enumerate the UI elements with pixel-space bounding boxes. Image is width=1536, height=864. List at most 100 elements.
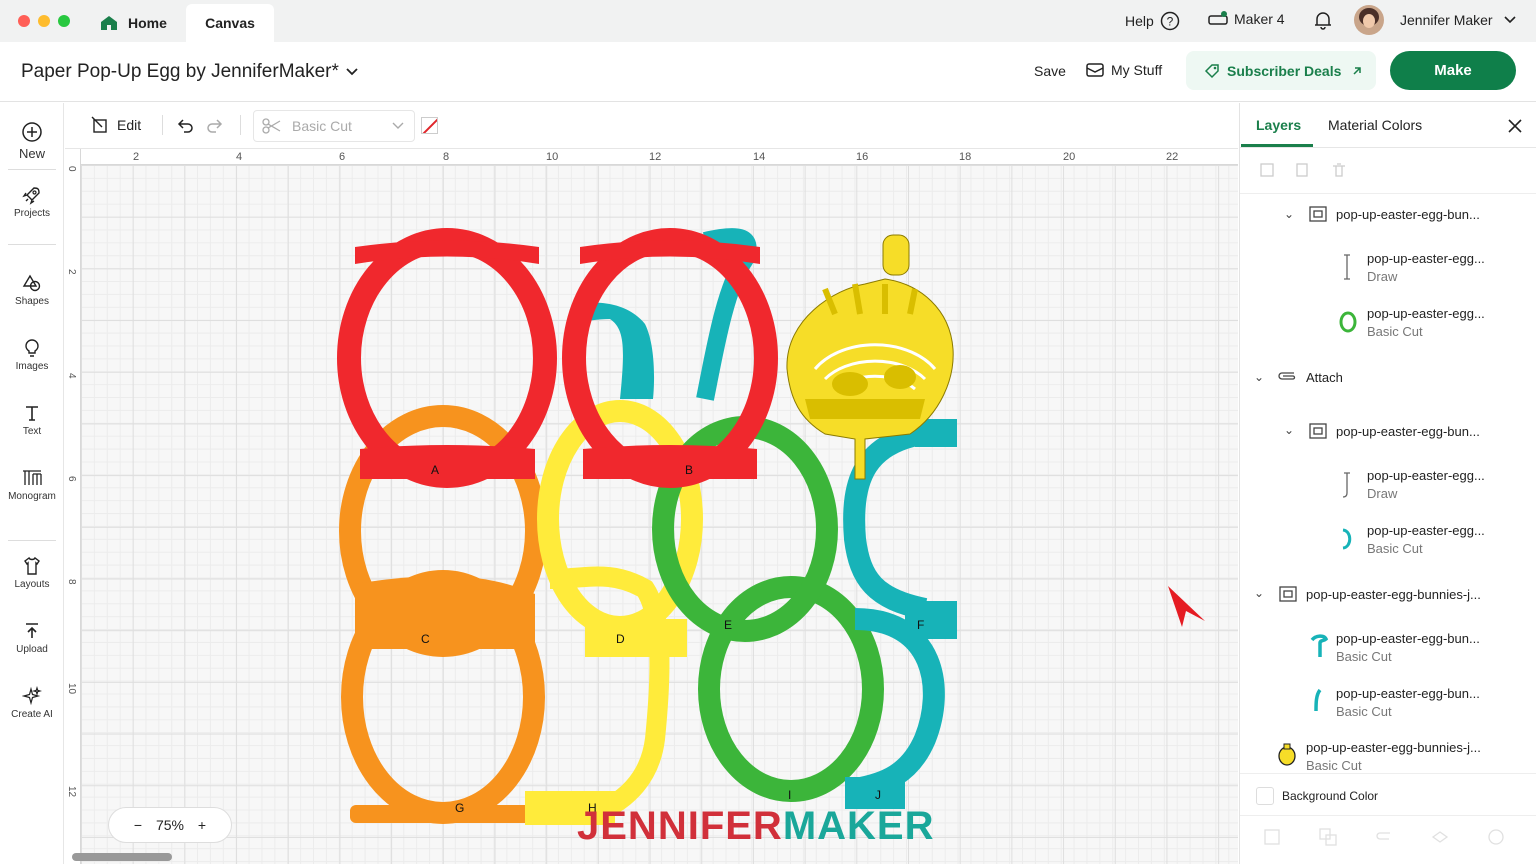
project-title: Paper Pop-Up Egg by JenniferMaker* <box>21 61 339 82</box>
operation-color-swatch[interactable] <box>421 117 438 134</box>
egg-piece-a[interactable] <box>337 228 557 488</box>
tab-canvas[interactable]: Canvas <box>186 4 274 42</box>
help-button[interactable]: Help ? <box>1125 11 1180 31</box>
sidebar-item-images[interactable]: Images <box>0 338 64 372</box>
sidebar-item-shapes[interactable]: Shapes <box>0 273 64 307</box>
chevron-down-icon <box>1504 16 1516 24</box>
layer-row[interactable]: pop-up-easter-egg-bunnies-j... Basic Cut <box>1306 740 1481 773</box>
attach-paperclip-icon <box>1278 372 1296 380</box>
sidebar-item-layouts[interactable]: Layouts <box>0 556 64 590</box>
layer-type: Basic Cut <box>1336 649 1392 664</box>
sidebar-item-new[interactable]: New <box>0 121 64 161</box>
sidebar-item-create-ai[interactable]: Create AI <box>0 686 64 720</box>
subscriber-deals-label: Subscriber Deals <box>1227 62 1342 79</box>
piece-letter-a: A <box>431 463 439 477</box>
sidebar-divider <box>8 244 56 245</box>
layer-name: pop-up-easter-egg-bun... <box>1336 631 1480 646</box>
maximize-window-button[interactable] <box>58 15 70 27</box>
toolbar-divider <box>162 115 163 135</box>
rocket-icon <box>22 187 40 205</box>
close-window-button[interactable] <box>18 15 30 27</box>
layer-row[interactable]: pop-up-easter-egg-bun... <box>1336 207 1480 222</box>
make-button[interactable]: Make <box>1390 51 1516 90</box>
zoom-in-button[interactable]: + <box>198 817 206 833</box>
sidebar-item-monogram[interactable]: Monogram <box>0 468 64 502</box>
tab-layers[interactable]: Layers <box>1256 117 1301 133</box>
svg-text:?: ? <box>1166 15 1173 29</box>
tab-canvas-label: Canvas <box>205 15 255 31</box>
redo-icon[interactable] <box>205 116 225 134</box>
machine-selector[interactable]: Maker 4 <box>1208 11 1285 27</box>
piece-letter-b: B <box>685 463 693 477</box>
layers-panel: Layers Material Colors ⌄ pop-up-easter-e… <box>1239 103 1536 864</box>
contour-icon[interactable] <box>1486 827 1506 847</box>
group-icon[interactable] <box>1258 161 1276 179</box>
flatten-icon[interactable] <box>1430 827 1450 847</box>
tab-home[interactable]: Home <box>86 4 181 42</box>
cutting-machine-icon <box>1208 11 1228 25</box>
edit-button[interactable]: Edit <box>91 116 141 134</box>
piece-letter-f: F <box>917 618 924 632</box>
layer-row[interactable]: pop-up-easter-egg... Draw <box>1367 468 1485 501</box>
sidebar-label-monogram: Monogram <box>8 491 56 502</box>
my-stuff-label: My Stuff <box>1111 62 1163 78</box>
combine-icon[interactable] <box>1318 827 1338 847</box>
layer-bottom-actions <box>1262 827 1506 847</box>
layer-row[interactable]: Attach <box>1306 370 1343 385</box>
save-button[interactable]: Save <box>1034 63 1066 79</box>
bunny-scene-layer-icon <box>1278 743 1296 766</box>
sidebar-label-layouts: Layouts <box>14 579 50 590</box>
layer-name: pop-up-easter-egg-bun... <box>1336 424 1480 439</box>
delete-icon[interactable] <box>1330 161 1348 179</box>
layer-row[interactable]: pop-up-easter-egg-bun... Basic Cut <box>1336 631 1480 664</box>
background-color-checkbox[interactable] <box>1256 787 1274 805</box>
watermark-jennifer: JENNIFER <box>577 804 783 848</box>
chevron-down-icon[interactable]: ⌄ <box>1284 207 1294 221</box>
sidebar-item-upload[interactable]: Upload <box>0 621 64 655</box>
layer-type: Draw <box>1367 269 1398 284</box>
question-circle-icon: ? <box>1160 11 1180 31</box>
chevron-down-icon[interactable]: ⌄ <box>1254 586 1264 600</box>
layer-name: pop-up-easter-egg-bun... <box>1336 207 1480 222</box>
project-title-menu[interactable]: Paper Pop-Up Egg by JenniferMaker* <box>21 61 359 83</box>
layer-name: pop-up-easter-egg-bunnies-j... <box>1306 740 1481 755</box>
egg-piece-f[interactable] <box>843 419 957 639</box>
layer-row[interactable]: pop-up-easter-egg-bun... Basic Cut <box>1336 686 1480 719</box>
design-canvas[interactable]: 2 4 6 8 10 12 14 16 18 20 22 0 2 4 6 8 10 12 <box>65 149 1238 864</box>
chevron-down-icon[interactable]: ⌄ <box>1284 423 1294 437</box>
undo-icon[interactable] <box>175 116 195 134</box>
layer-row[interactable]: pop-up-easter-egg... Basic Cut <box>1367 523 1485 556</box>
layer-row[interactable]: pop-up-easter-egg... Basic Cut <box>1367 306 1485 339</box>
layer-row[interactable]: pop-up-easter-egg-bun... <box>1336 424 1480 439</box>
tab-material-colors[interactable]: Material Colors <box>1328 117 1422 133</box>
close-icon[interactable] <box>1507 118 1523 134</box>
my-stuff-button[interactable]: My Stuff <box>1086 62 1162 78</box>
sidebar-item-text[interactable]: Text <box>0 403 64 437</box>
subscriber-deals-button[interactable]: Subscriber Deals <box>1186 51 1376 90</box>
user-name: Jennifer Maker <box>1400 12 1493 28</box>
layer-type: Basic Cut <box>1306 758 1362 773</box>
bell-icon[interactable] <box>1313 10 1333 30</box>
edit-icon <box>91 116 107 133</box>
operation-select[interactable]: Basic Cut <box>253 110 415 142</box>
attach-icon[interactable] <box>1374 827 1394 847</box>
chevron-down-icon[interactable]: ⌄ <box>1254 370 1264 384</box>
user-menu[interactable]: Jennifer Maker <box>1400 12 1517 28</box>
layer-type: Basic Cut <box>1336 704 1392 719</box>
layer-name: pop-up-easter-egg... <box>1367 523 1485 538</box>
avatar[interactable] <box>1354 5 1384 35</box>
duplicate-icon[interactable] <box>1294 161 1312 179</box>
layer-row[interactable]: pop-up-easter-egg-bunnies-j... <box>1306 587 1481 602</box>
horizontal-scrollbar[interactable] <box>72 853 172 861</box>
sidebar-item-projects[interactable]: Projects <box>0 185 64 219</box>
sidebar-label-new: New <box>18 146 45 161</box>
layer-row[interactable]: pop-up-easter-egg... Draw <box>1367 251 1485 284</box>
layer-name: pop-up-easter-egg-bun... <box>1336 686 1480 701</box>
group-icon <box>1309 423 1327 439</box>
slice-icon[interactable] <box>1262 827 1282 847</box>
minimize-window-button[interactable] <box>38 15 50 27</box>
layer-name: pop-up-easter-egg-bunnies-j... <box>1306 587 1481 602</box>
layer-name: pop-up-easter-egg... <box>1367 306 1485 321</box>
zoom-out-button[interactable]: − <box>134 817 142 833</box>
bunny-ear-layer-icon <box>1314 688 1322 712</box>
